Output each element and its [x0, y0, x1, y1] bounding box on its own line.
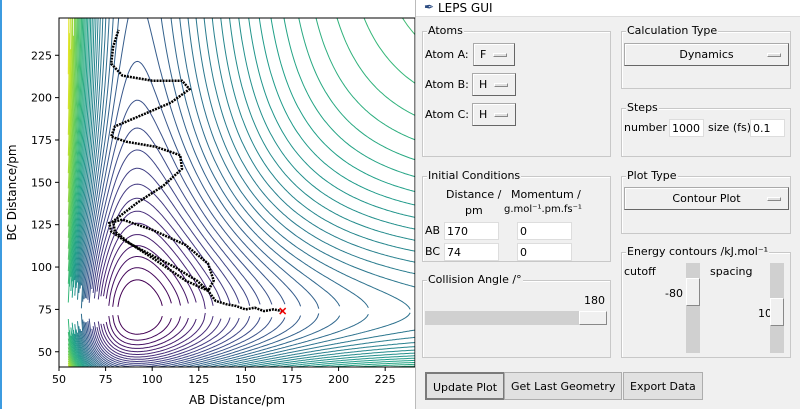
bc-label: BC [425, 245, 441, 258]
export-data-button[interactable]: Export Data [623, 372, 703, 400]
contour-line [77, 18, 415, 300]
atom-b-value: H [479, 78, 488, 91]
calc-type-frame: Calculation Type Dynamics [621, 24, 791, 89]
x-tick-label: 200 [328, 373, 349, 386]
atom-a-label: Atom A: [425, 48, 469, 61]
menu-indicator-icon [494, 113, 508, 117]
steps-number-label: number [624, 121, 667, 134]
contour-line [112, 315, 172, 341]
atom-b-label: Atom B: [425, 78, 469, 91]
energy-contours-legend: Energy contours /kJ.mol⁻¹ [626, 245, 770, 258]
steps-size-label: size (fs) [708, 121, 752, 134]
atom-a-select[interactable]: F [473, 43, 515, 66]
initial-conditions-frame: Initial Conditions Distance / pm Momentu… [422, 169, 611, 262]
contour-line [100, 312, 206, 355]
calc-type-value: Dynamics [679, 48, 734, 61]
ab-label: AB [425, 224, 441, 237]
plot-type-select[interactable]: Contour Plot [624, 187, 789, 210]
y-tick-label: 125 [31, 219, 52, 232]
x-axis-label: AB Distance/pm [189, 393, 285, 407]
steps-size-input[interactable] [750, 119, 785, 137]
cutoff-value: -80 [665, 287, 683, 300]
spacing-label: spacing [710, 265, 753, 278]
slider-thumb[interactable] [770, 298, 784, 326]
plot-type-value: Contour Plot [672, 192, 741, 205]
menu-indicator-icon [494, 83, 508, 87]
steps-frame: Steps number size (fs) [621, 101, 791, 157]
calc-type-select[interactable]: Dynamics [624, 43, 789, 66]
y-tick-label: 225 [31, 49, 52, 62]
contour-line [117, 279, 163, 307]
y-tick-label: 200 [31, 92, 52, 105]
distance-header: Distance / [446, 188, 502, 201]
window-title: LEPS GUI [438, 1, 493, 15]
plot-type-legend: Plot Type [626, 169, 678, 182]
get-last-geometry-button[interactable]: Get Last Geometry [504, 372, 623, 400]
slider-thumb[interactable] [686, 278, 700, 306]
leps-gui-panel: ✒ LEPS GUI Atoms Atom A: F Atom B: H Ato… [415, 0, 800, 409]
ab-distance-input[interactable] [444, 222, 499, 240]
ab-momentum-input[interactable] [517, 222, 572, 240]
distance-unit: pm [465, 204, 483, 217]
initial-conditions-legend: Initial Conditions [427, 169, 522, 182]
menu-indicator-icon [493, 53, 507, 57]
menu-indicator-icon [767, 53, 781, 57]
contour-line [96, 318, 222, 360]
contour-lines [67, 18, 415, 367]
contour-line [74, 18, 415, 281]
x-tick-label: 175 [281, 373, 302, 386]
collision-angle-legend: Collision Angle /° [427, 273, 523, 286]
y-axis-label: BC Distance/pm [5, 144, 19, 240]
calc-type-legend: Calculation Type [626, 24, 719, 37]
atom-a-value: F [480, 48, 487, 61]
momentum-unit: g.mol⁻¹.pm.fs⁻¹ [504, 204, 582, 215]
atom-c-select[interactable]: H [472, 103, 516, 126]
atoms-legend: Atoms [427, 24, 464, 37]
bc-momentum-input[interactable] [517, 243, 572, 261]
plot-area: 50 75 100 125 150 175 200 225 50 75 100 125 150 175 20… [0, 0, 416, 409]
title-bar: ✒ LEPS GUI [416, 0, 800, 17]
atom-c-label: Atom C: [425, 108, 469, 121]
contour-line [80, 18, 411, 310]
contour-line [108, 316, 181, 346]
update-plot-button[interactable]: Update Plot [425, 372, 506, 400]
collision-angle-value: 180 [584, 294, 605, 307]
contour-line [112, 267, 172, 307]
collision-angle-frame: Collision Angle /° 180 [422, 273, 611, 358]
atoms-frame: Atoms Atom A: F Atom B: H Atom C: H [422, 24, 611, 157]
spacing-slider[interactable] [770, 263, 784, 353]
start-marker [279, 307, 287, 315]
cutoff-label: cutoff [624, 265, 656, 278]
energy-contours-frame: Energy contours /kJ.mol⁻¹ cutoff -80 spa… [621, 245, 791, 358]
x-tick-label: 150 [235, 373, 256, 386]
contour-line [117, 315, 163, 335]
x-tick-label: 50 [52, 373, 66, 386]
atom-c-value: H [479, 108, 488, 121]
y-tick-label: 75 [38, 303, 52, 316]
y-tick-label: 175 [31, 134, 52, 147]
x-tick-label: 75 [99, 373, 113, 386]
feather-icon: ✒ [424, 0, 435, 14]
contour-line [79, 18, 415, 289]
y-tick-label: 100 [31, 261, 52, 274]
cutoff-slider[interactable] [686, 263, 700, 353]
steps-legend: Steps [626, 101, 659, 114]
y-tick-label: 150 [31, 176, 52, 189]
contour-line [78, 326, 415, 367]
momentum-header: Momentum / [511, 188, 581, 201]
x-tick-label: 225 [375, 373, 396, 386]
collision-angle-slider[interactable] [425, 311, 607, 325]
y-tick-label: 50 [38, 346, 52, 359]
x-tick-label: 100 [142, 373, 163, 386]
contour-chart: 50 75 100 125 150 175 200 225 50 75 100 125 150 175 20… [5, 17, 416, 407]
atom-b-select[interactable]: H [472, 73, 516, 96]
slider-thumb[interactable] [579, 311, 607, 325]
contour-line [77, 18, 415, 283]
bc-distance-input[interactable] [444, 243, 499, 261]
plot-type-frame: Plot Type Contour Plot [621, 169, 791, 234]
contour-line [70, 18, 415, 277]
x-tick-label: 125 [188, 373, 209, 386]
menu-indicator-icon [767, 197, 781, 201]
steps-number-input[interactable] [669, 119, 704, 137]
